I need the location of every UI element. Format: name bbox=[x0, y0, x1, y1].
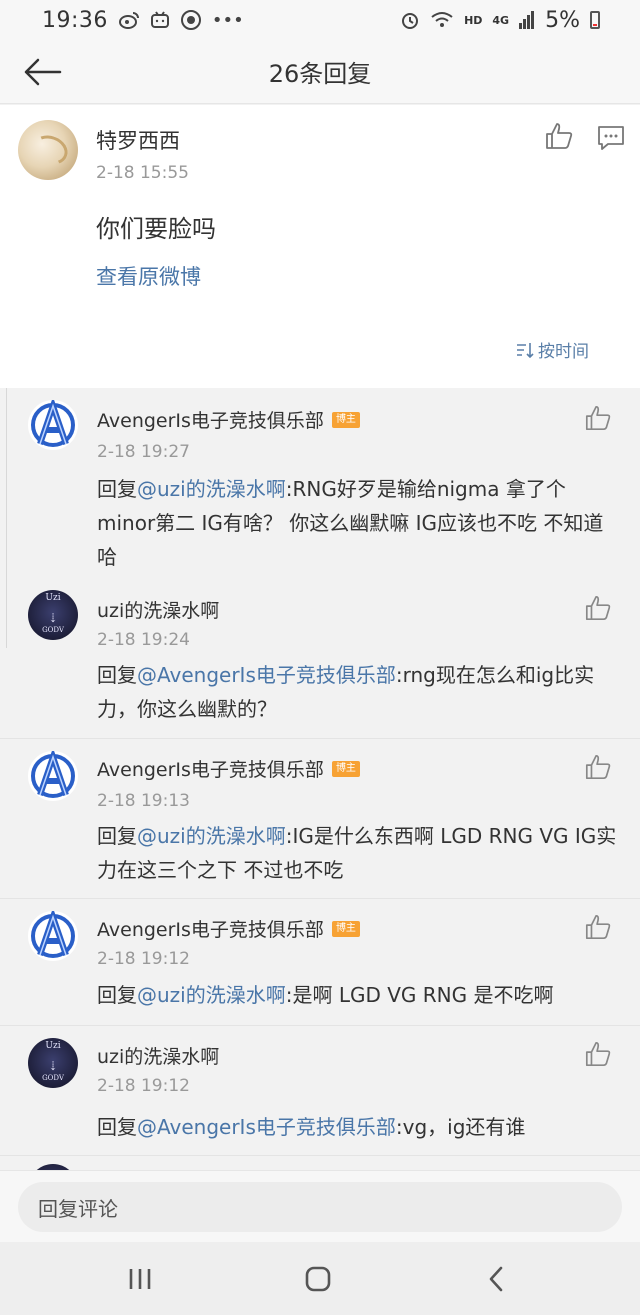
app-icon bbox=[180, 10, 201, 30]
top-header: 26条回复 bbox=[0, 40, 640, 104]
weibo-icon bbox=[118, 12, 139, 29]
reply-prefix: 回复 bbox=[97, 1115, 137, 1139]
like-icon[interactable] bbox=[584, 404, 612, 432]
like-icon[interactable] bbox=[544, 121, 574, 151]
like-icon[interactable] bbox=[584, 913, 612, 941]
reply-body: :vg，ig还有谁 bbox=[395, 1115, 526, 1139]
like-icon[interactable] bbox=[584, 753, 612, 781]
sort-button[interactable]: 按时间 bbox=[516, 337, 589, 362]
reply-text: 回复@uzi的洗澡水啊:是啊 LGD VG RNG 是不吃啊 bbox=[97, 978, 617, 1012]
like-icon[interactable] bbox=[584, 594, 612, 622]
reply-item: AvengerIs电子竞技俱乐部 博主 2-18 19:12 回复@uzi的洗澡… bbox=[0, 898, 640, 1025]
comment-text: 你们要脸吗 bbox=[96, 215, 216, 243]
main-comment: 特罗西西 2-18 15:55 你们要脸吗 查看原微博 按时间 bbox=[0, 105, 640, 388]
reply-item: Uzi ⇣ GODV uzi的洗澡水啊 2-18 19:24 回复@Avenge… bbox=[0, 578, 640, 738]
reply-text: 回复@uzi的洗澡水啊:IG是什么东西啊 LGD RNG VG IG实力在这三个… bbox=[97, 819, 617, 887]
avatar-text-top: Uzi bbox=[45, 1041, 61, 1051]
reply-body: :是啊 LGD VG RNG 是不吃啊 bbox=[285, 983, 554, 1007]
reply-prefix: 回复 bbox=[97, 663, 137, 687]
blogger-badge: 博主 bbox=[331, 920, 360, 937]
mention-link[interactable]: @AvengerIs电子竞技俱乐部 bbox=[137, 1115, 396, 1139]
blogger-badge: 博主 bbox=[331, 411, 360, 428]
avatar-text-bottom: GODV bbox=[42, 626, 64, 634]
reply-timestamp: 2-18 19:24 bbox=[97, 630, 190, 650]
more-notifications-icon: ••• bbox=[211, 9, 244, 31]
like-icon[interactable] bbox=[584, 1040, 612, 1068]
comment-icon[interactable] bbox=[596, 123, 626, 153]
bilibili-icon bbox=[150, 11, 169, 28]
view-original-link[interactable]: 查看原微博 bbox=[96, 261, 201, 291]
reply-author[interactable]: AvengerIs电子竞技俱乐部 博主 bbox=[97, 915, 360, 942]
recents-button[interactable] bbox=[120, 1264, 160, 1294]
comment-timestamp: 2-18 15:55 bbox=[96, 163, 189, 183]
sort-label: 按时间 bbox=[538, 342, 589, 362]
reply-input-placeholder: 回复评论 bbox=[38, 1196, 118, 1221]
avatar-text-bottom: GODV bbox=[42, 1074, 64, 1082]
reply-timestamp: 2-18 19:27 bbox=[97, 442, 190, 462]
status-bar: 19:36 ••• HD 4G 5% bbox=[0, 0, 640, 40]
avatar-figure: ⇣ bbox=[47, 1059, 59, 1073]
signal-label: 4G bbox=[492, 13, 510, 27]
back-button[interactable] bbox=[20, 54, 64, 90]
reply-timestamp: 2-18 19:12 bbox=[97, 949, 190, 969]
reply-author[interactable]: uzi的洗澡水啊 bbox=[97, 596, 219, 623]
avatar[interactable] bbox=[28, 751, 78, 801]
reply-author[interactable]: AvengerIs电子竞技俱乐部 博主 bbox=[97, 406, 360, 433]
reply-timestamp: 2-18 19:13 bbox=[97, 791, 190, 811]
avatar-figure: ⇣ bbox=[47, 611, 59, 625]
avatar[interactable] bbox=[28, 911, 78, 961]
reply-text: 回复@AvengerIs电子竞技俱乐部:vg，ig还有谁 bbox=[97, 1110, 617, 1144]
reply-input[interactable]: 回复评论 bbox=[18, 1182, 622, 1232]
reply-author-name: AvengerIs电子竞技俱乐部 bbox=[97, 919, 324, 941]
blogger-badge: 博主 bbox=[331, 760, 360, 777]
reply-prefix: 回复 bbox=[97, 477, 137, 501]
reply-list[interactable]: AvengerIs电子竞技俱乐部 博主 2-18 19:27 回复@uzi的洗澡… bbox=[0, 388, 640, 1170]
reply-prefix: 回复 bbox=[97, 824, 137, 848]
reply-prefix: 回复 bbox=[97, 983, 137, 1007]
reply-input-bar: 回复评论 bbox=[0, 1170, 640, 1242]
avengers-logo-icon bbox=[31, 911, 75, 958]
mention-link[interactable]: @uzi的洗澡水啊 bbox=[137, 824, 286, 848]
avengers-logo-icon bbox=[31, 400, 75, 447]
signal-icon bbox=[519, 11, 535, 29]
reply-item: AvengerIs电子竞技俱乐部 博主 2-18 19:13 回复@uzi的洗澡… bbox=[0, 738, 640, 898]
avatar[interactable] bbox=[18, 120, 78, 180]
mention-link[interactable]: @AvengerIs电子竞技俱乐部 bbox=[137, 663, 396, 687]
system-nav-bar bbox=[0, 1242, 640, 1315]
reply-author[interactable]: AvengerIs电子竞技俱乐部 博主 bbox=[97, 755, 360, 782]
back-nav-button[interactable] bbox=[476, 1264, 516, 1294]
recents-icon bbox=[129, 1269, 151, 1289]
mention-link[interactable]: @uzi的洗澡水啊 bbox=[137, 983, 286, 1007]
home-icon bbox=[305, 1266, 331, 1292]
back-nav-icon bbox=[489, 1266, 503, 1292]
reply-text: 回复@AvengerIs电子竞技俱乐部:rng现在怎么和ig比实力，你这么幽默的… bbox=[97, 658, 617, 726]
status-time: 19:36 bbox=[42, 7, 108, 33]
reply-item: AvengerIs电子竞技俱乐部 博主 2-18 19:27 回复@uzi的洗澡… bbox=[0, 388, 640, 578]
page-title: 26条回复 bbox=[268, 60, 372, 88]
mention-link[interactable]: @uzi的洗澡水啊 bbox=[137, 477, 286, 501]
reply-text: 回复@uzi的洗澡水啊:RNG好歹是输给nigma 拿了个minor第二 IG有… bbox=[97, 472, 617, 574]
reply-item-partial bbox=[0, 1155, 640, 1170]
reply-item: Uzi ⇣ GODV uzi的洗澡水啊 2-18 19:12 回复@Avenge… bbox=[0, 1025, 640, 1155]
battery-percent: 5% bbox=[545, 7, 580, 33]
reply-author-name: AvengerIs电子竞技俱乐部 bbox=[97, 410, 324, 432]
reply-author-name: uzi的洗澡水啊 bbox=[97, 1046, 220, 1068]
reply-timestamp: 2-18 19:12 bbox=[97, 1076, 190, 1096]
wifi-icon bbox=[431, 12, 453, 27]
avatar[interactable] bbox=[28, 400, 78, 450]
reply-author[interactable]: uzi的洗澡水啊 bbox=[97, 1042, 219, 1069]
hd-indicator: HD bbox=[464, 13, 483, 27]
alarm-icon bbox=[402, 13, 419, 29]
avengers-logo-icon bbox=[31, 751, 75, 798]
avatar[interactable]: Uzi ⇣ GODV bbox=[28, 590, 78, 640]
home-button[interactable] bbox=[298, 1264, 338, 1294]
reply-author-name: uzi的洗澡水啊 bbox=[97, 600, 220, 622]
avatar[interactable]: Uzi ⇣ GODV bbox=[28, 1038, 78, 1088]
back-arrow-icon bbox=[24, 58, 62, 86]
comment-author[interactable]: 特罗西西 bbox=[96, 125, 180, 155]
sort-icon bbox=[517, 342, 534, 358]
battery-icon bbox=[590, 11, 600, 29]
reply-author-name: AvengerIs电子竞技俱乐部 bbox=[97, 759, 324, 781]
avatar-text-top: Uzi bbox=[45, 593, 61, 603]
